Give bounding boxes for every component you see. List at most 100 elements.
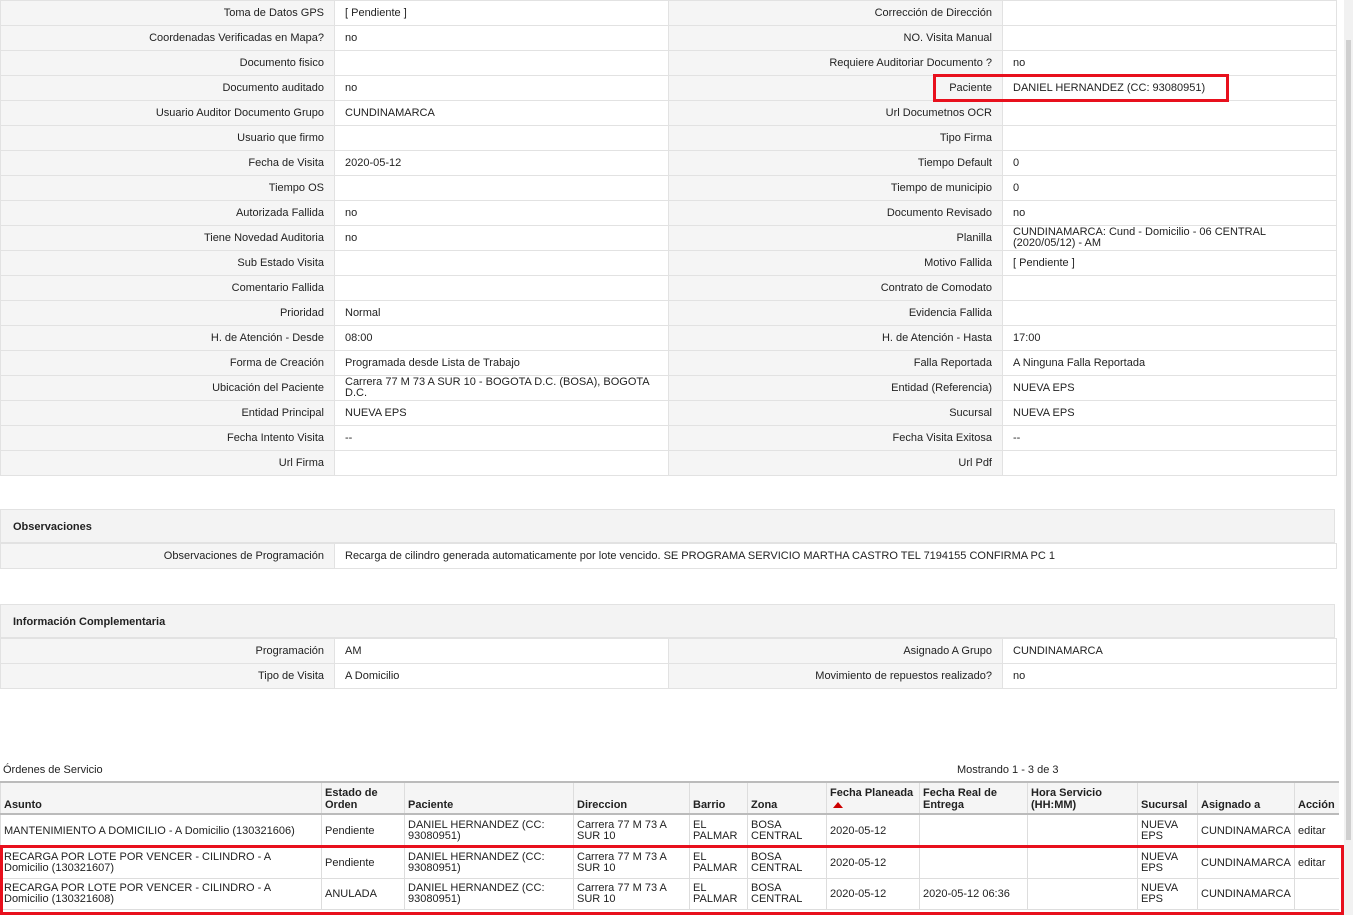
col-zona[interactable]: Zona	[747, 781, 827, 815]
field-label: Evidencia Fallida	[668, 300, 1003, 326]
cell-asignado: CUNDINAMARCA	[1197, 814, 1295, 848]
cell-paciente: DANIEL HERNANDEZ (CC: 93080951)	[404, 847, 574, 879]
field-label: Sub Estado Visita	[0, 250, 335, 276]
info-complementaria-table: Programación AM Asignado A Grupo CUNDINA…	[0, 638, 1337, 689]
field-label: Url Pdf	[668, 450, 1003, 476]
field-label: Documento auditado	[0, 75, 335, 101]
field-label: Documento Revisado	[668, 200, 1003, 226]
field-value: no	[334, 75, 669, 101]
field-value	[334, 450, 669, 476]
cell-paciente: DANIEL HERNANDEZ (CC: 93080951)	[404, 814, 574, 848]
field-value: Normal	[334, 300, 669, 326]
field-value	[334, 50, 669, 76]
col-sucursal[interactable]: Sucursal	[1137, 781, 1198, 815]
cell-asunto: MANTENIMIENTO A DOMICILIO - A Domicilio …	[0, 814, 322, 848]
field-label: Forma de Creación	[0, 350, 335, 376]
col-fecha-planeada[interactable]: Fecha Planeada	[826, 781, 920, 815]
edit-link[interactable]: editar	[1298, 825, 1326, 837]
field-label: Fecha Visita Exitosa	[668, 425, 1003, 451]
detail-row: Forma de Creación Programada desde Lista …	[0, 350, 1337, 376]
field-label: Tiempo de municipio	[668, 175, 1003, 201]
scrollbar[interactable]	[1344, 0, 1353, 915]
detail-row: H. de Atención - Desde 08:00 H. de Atenció…	[0, 325, 1337, 351]
cell-fecha-planeada: 2020-05-12	[826, 814, 920, 848]
col-accion: Acción	[1294, 781, 1339, 815]
info-label: Tipo de Visita	[0, 663, 335, 689]
field-value	[1002, 25, 1337, 51]
cell-barrio: EL PALMAR	[689, 847, 748, 879]
field-value	[1002, 125, 1337, 151]
field-value: NUEVA EPS	[1002, 400, 1337, 426]
field-label: H. de Atención - Hasta	[668, 325, 1003, 351]
info-row: Tipo de Visita A Domicilio Movimiento de…	[0, 663, 1337, 689]
field-label: Fecha de Visita	[0, 150, 335, 176]
scrollbar-thumb[interactable]	[1346, 40, 1351, 840]
edit-link[interactable]: editar	[1298, 857, 1326, 869]
info-complementaria-header: Información Complementaria	[0, 604, 1335, 638]
col-barrio[interactable]: Barrio	[689, 781, 748, 815]
field-value: 2020-05-12	[334, 150, 669, 176]
field-value	[1002, 300, 1337, 326]
field-label: Ubicación del Paciente	[0, 375, 335, 401]
field-value: 0	[1002, 175, 1337, 201]
field-label: Paciente	[668, 75, 1003, 101]
field-label: Tiempo Default	[668, 150, 1003, 176]
observaciones-label: Observaciones de Programación	[0, 543, 335, 569]
col-paciente[interactable]: Paciente	[404, 781, 574, 815]
field-label: Tiene Novedad Auditoria	[0, 225, 335, 251]
field-value: 08:00	[334, 325, 669, 351]
detail-row: Tiene Novedad Auditoria no Planilla CUNDIN…	[0, 225, 1337, 251]
field-value	[1002, 100, 1337, 126]
cell-zona: BOSA CENTRAL	[747, 814, 827, 848]
col-hora-servicio[interactable]: Hora Servicio (HH:MM)	[1027, 781, 1138, 815]
field-label: Corrección de Dirección	[668, 0, 1003, 26]
detail-row: Coordenadas Verificadas en Mapa? no NO. V…	[0, 25, 1337, 51]
field-label: Sucursal	[668, 400, 1003, 426]
col-direccion[interactable]: Direccion	[573, 781, 690, 815]
ordenes-table: Asunto Estado de Orden Paciente Direccio…	[0, 781, 1339, 910]
field-label: Url Firma	[0, 450, 335, 476]
col-asunto[interactable]: Asunto	[0, 781, 322, 815]
field-label: Entidad (Referencia)	[668, 375, 1003, 401]
field-label: Coordenadas Verificadas en Mapa?	[0, 25, 335, 51]
field-value: --	[1002, 425, 1337, 451]
detail-row: Documento auditado no Paciente DANIEL HERN…	[0, 75, 1337, 101]
field-value	[334, 275, 669, 301]
field-label: Planilla	[668, 225, 1003, 251]
field-value	[1002, 0, 1337, 26]
field-value	[334, 175, 669, 201]
col-estado[interactable]: Estado de Orden	[321, 781, 405, 815]
field-value	[334, 125, 669, 151]
pagination-info: Mostrando 1 - 3 de 3	[957, 764, 1059, 776]
cell-accion	[1294, 878, 1339, 910]
detail-row: Tiempo OS Tiempo de municipio 0	[0, 175, 1337, 201]
col-asignado[interactable]: Asignado a	[1197, 781, 1295, 815]
observaciones-header: Observaciones	[0, 509, 1335, 543]
orden-row[interactable]: RECARGA POR LOTE POR VENCER - CILINDRO -…	[0, 878, 1339, 910]
detail-row: Prioridad Normal Evidencia Fallida	[0, 300, 1337, 326]
info-label: Programación	[0, 638, 335, 664]
orden-row[interactable]: MANTENIMIENTO A DOMICILIO - A Domicilio …	[0, 814, 1339, 848]
cell-asunto: RECARGA POR LOTE POR VENCER - CILINDRO -…	[0, 847, 322, 879]
cell-accion: editar	[1294, 814, 1339, 848]
detail-row: Url Firma Url Pdf	[0, 450, 1337, 476]
field-value: A Ninguna Falla Reportada	[1002, 350, 1337, 376]
ordenes-title: Órdenes de Servicio	[3, 764, 103, 776]
detail-row: Sub Estado Visita Motivo Fallida[ Pendien…	[0, 250, 1337, 276]
field-value: CUNDINAMARCA: Cund - Domicilio - 06 CENT…	[1002, 225, 1337, 251]
field-label: Entidad Principal	[0, 400, 335, 426]
cell-direccion: Carrera 77 M 73 A SUR 10	[573, 847, 690, 879]
field-label: NO. Visita Manual	[668, 25, 1003, 51]
field-value: Programada desde Lista de Trabajo	[334, 350, 669, 376]
visit-detail-table: Toma de Datos GPS[ Pendiente ] Corrección…	[0, 0, 1337, 476]
field-label: Documento fisico	[0, 50, 335, 76]
cell-hora-servicio	[1027, 814, 1138, 848]
field-value: DANIEL HERNANDEZ (CC: 93080951)	[1002, 75, 1337, 101]
orden-row[interactable]: RECARGA POR LOTE POR VENCER - CILINDRO -…	[0, 847, 1339, 879]
cell-zona: BOSA CENTRAL	[747, 878, 827, 910]
detail-row: Documento fisico Requiere Auditoriar Docu…	[0, 50, 1337, 76]
col-fecha-real[interactable]: Fecha Real de Entrega	[919, 781, 1028, 815]
cell-accion: editar	[1294, 847, 1339, 879]
field-label: Comentario Fallida	[0, 275, 335, 301]
cell-fecha-real	[919, 847, 1028, 879]
